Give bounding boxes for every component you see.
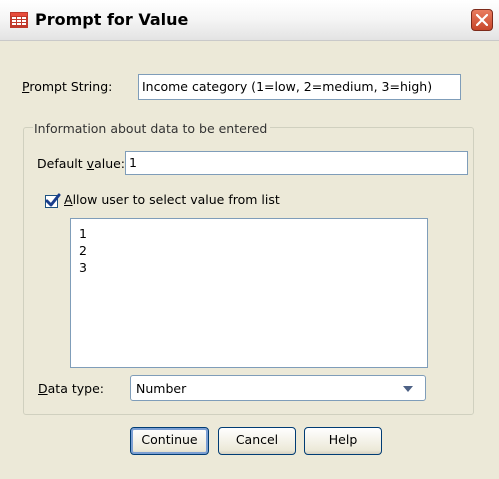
allow-list-checkbox[interactable] <box>45 193 61 208</box>
prompt-string-input[interactable]: Income category (1=low, 2=medium, 3=high… <box>138 74 461 100</box>
dialog-title: Prompt for Value <box>35 10 189 29</box>
close-button[interactable] <box>471 9 493 31</box>
checkmark-icon <box>45 193 61 207</box>
continue-button[interactable]: Continue <box>130 427 209 455</box>
allow-list-label[interactable]: Allow user to select value from list <box>64 192 280 207</box>
list-item[interactable]: 1 <box>79 225 419 242</box>
close-icon <box>476 14 488 26</box>
title-bar[interactable]: Prompt for Value <box>0 0 499 41</box>
chevron-down-icon[interactable] <box>403 386 413 392</box>
default-value-label: Default value: <box>37 156 126 171</box>
value-listbox[interactable]: 1 2 3 <box>70 218 428 368</box>
list-item[interactable]: 3 <box>79 259 419 276</box>
list-item[interactable]: 2 <box>79 242 419 259</box>
default-value-input[interactable]: 1 <box>125 151 468 175</box>
cancel-button[interactable]: Cancel <box>218 427 296 455</box>
prompt-string-label: Prompt String: <box>22 79 113 94</box>
data-type-value: Number <box>136 381 187 396</box>
help-button[interactable]: Help <box>304 427 382 455</box>
group-title: Information about data to be entered <box>33 121 271 136</box>
data-grid-icon <box>10 12 28 28</box>
data-type-label: Data type: <box>38 381 104 396</box>
data-type-select[interactable]: Number <box>130 375 426 401</box>
